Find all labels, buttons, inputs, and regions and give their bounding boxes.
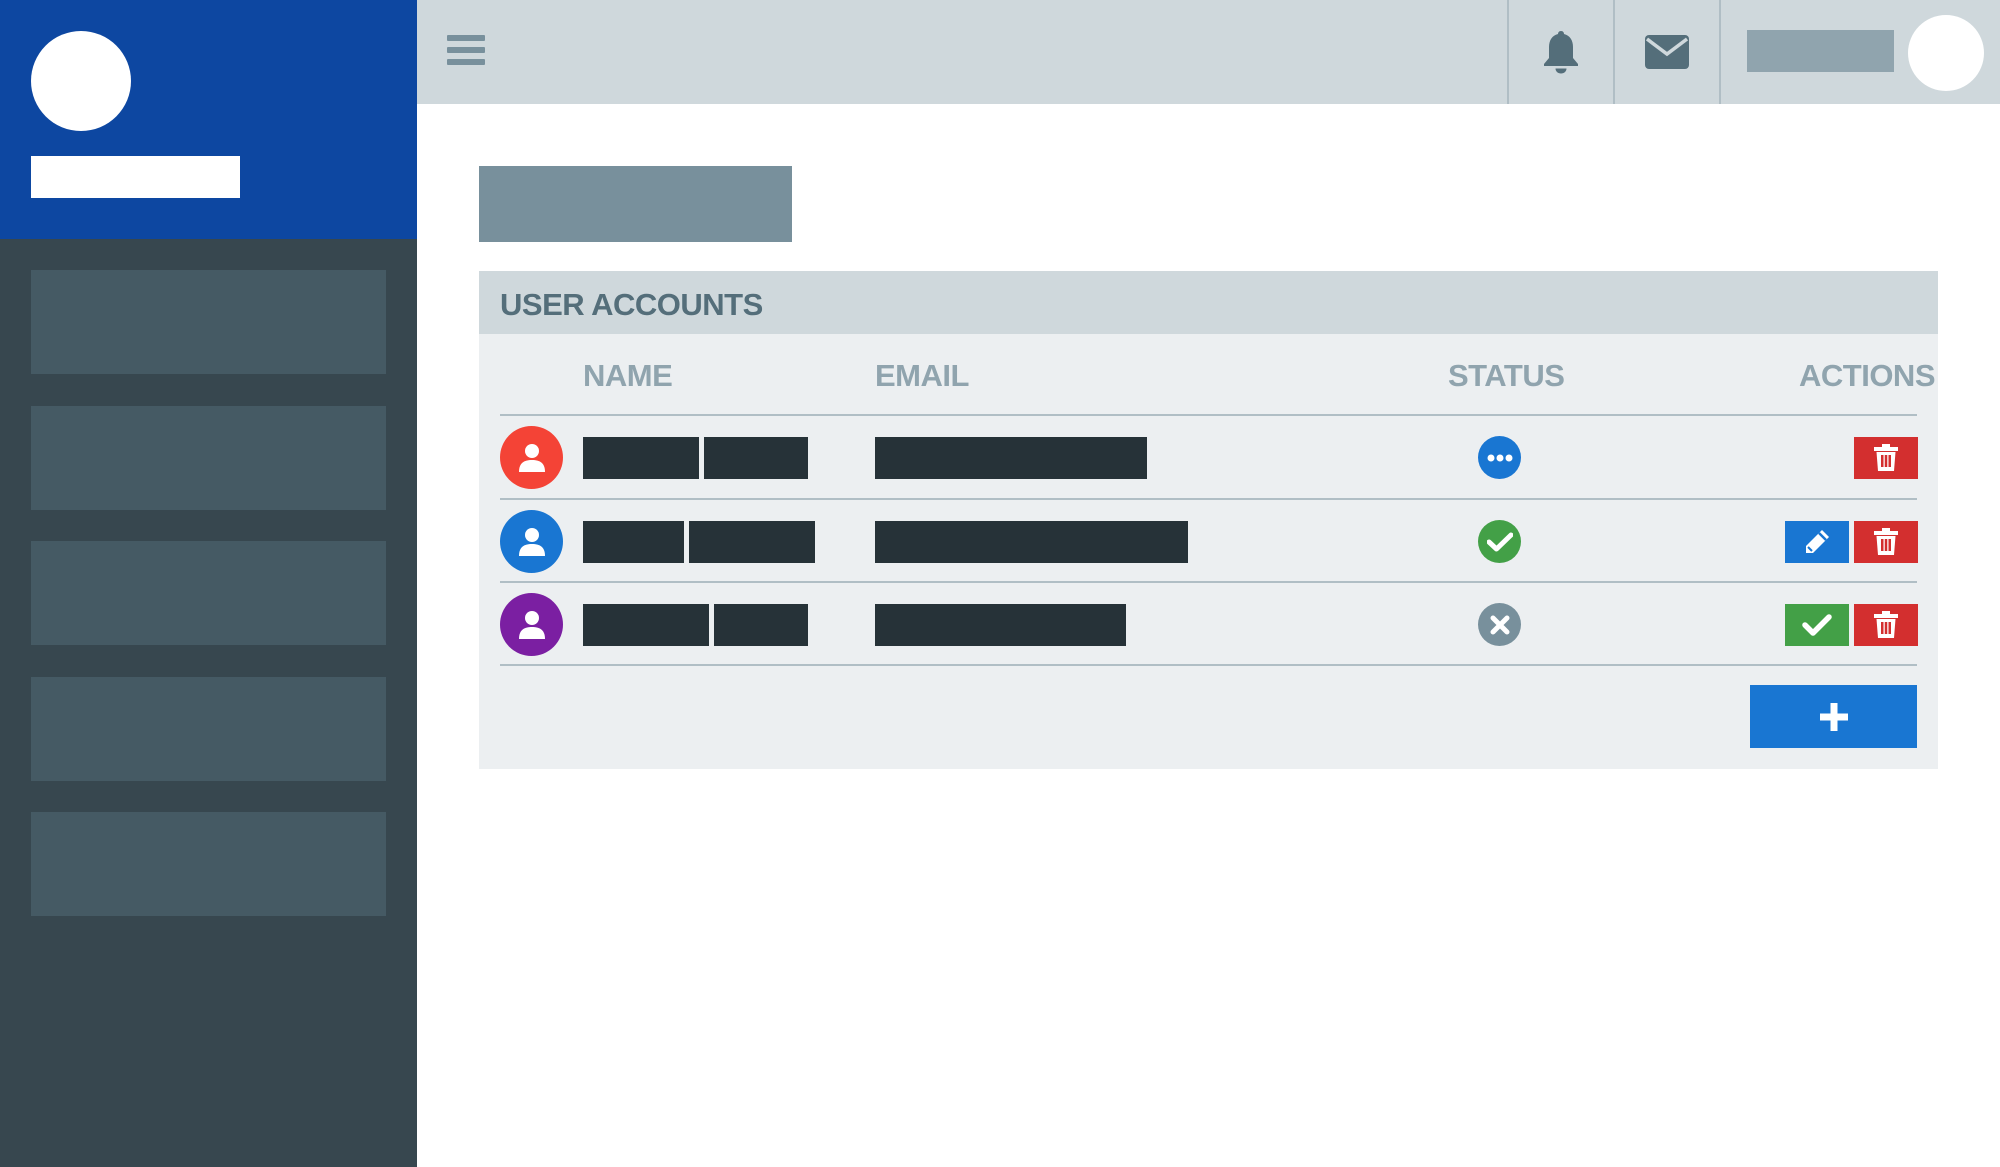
edit-button[interactable]	[1785, 521, 1849, 563]
user-avatar-icon	[500, 593, 563, 656]
last-name-redacted	[704, 437, 808, 479]
user-avatar[interactable]	[1908, 15, 1984, 91]
first-name-redacted	[583, 604, 709, 646]
trash-icon	[1874, 611, 1898, 638]
email-redacted	[875, 604, 1126, 646]
trash-icon	[1874, 444, 1898, 471]
envelope-icon	[1645, 35, 1689, 69]
check-icon	[1802, 614, 1832, 636]
delete-button[interactable]	[1854, 521, 1918, 563]
first-name-redacted	[583, 437, 699, 479]
sidebar-item-2[interactable]	[31, 406, 386, 510]
panel-header: USER ACCOUNTS	[479, 271, 1938, 334]
delete-button[interactable]	[1854, 604, 1918, 646]
approve-button[interactable]	[1785, 604, 1849, 646]
sidebar-item-4[interactable]	[31, 677, 386, 781]
panel-title: USER ACCOUNTS	[500, 287, 763, 322]
sidebar-item-5[interactable]	[31, 812, 386, 916]
bell-icon	[1544, 31, 1578, 74]
user-avatar-icon	[500, 426, 563, 489]
last-name-redacted	[689, 521, 815, 563]
table-row	[479, 500, 1938, 583]
column-header-email[interactable]: EMAIL	[875, 358, 969, 394]
brand-name-placeholder	[31, 156, 240, 198]
user-accounts-panel: USER ACCOUNTS NAME EMAIL STATUS ACTIONS	[479, 271, 1938, 769]
close-icon	[1490, 615, 1509, 634]
table-row	[479, 416, 1938, 499]
pencil-icon	[1806, 530, 1829, 553]
column-header-status[interactable]: STATUS	[1448, 358, 1565, 394]
messages-button[interactable]	[1613, 0, 1719, 104]
trash-icon	[1874, 528, 1898, 555]
hamburger-menu-icon[interactable]	[447, 35, 485, 69]
column-header-actions: ACTIONS	[1799, 358, 1936, 393]
sidebar-item-3[interactable]	[31, 541, 386, 645]
notifications-button[interactable]	[1507, 0, 1613, 104]
email-redacted	[875, 437, 1147, 479]
sidebar-item-1[interactable]	[31, 270, 386, 374]
first-name-redacted	[583, 521, 684, 563]
add-user-button[interactable]	[1750, 685, 1917, 748]
check-icon	[1486, 532, 1513, 551]
delete-button[interactable]	[1854, 437, 1918, 479]
column-header-name[interactable]: NAME	[583, 358, 673, 394]
plus-icon	[1819, 702, 1848, 731]
divider	[500, 664, 1917, 666]
topbar	[417, 0, 2000, 104]
status-inactive-badge	[1478, 603, 1521, 646]
status-pending-badge	[1478, 436, 1521, 479]
sidebar-brand	[0, 0, 417, 239]
email-redacted	[875, 521, 1188, 563]
ellipsis-icon	[1487, 454, 1512, 461]
last-name-redacted	[714, 604, 808, 646]
status-active-badge	[1478, 520, 1521, 563]
table-row	[479, 583, 1938, 666]
user-avatar-icon	[500, 510, 563, 573]
topbar-divider	[1719, 0, 1721, 104]
brand-avatar	[31, 31, 131, 131]
page-title-placeholder	[479, 166, 792, 242]
user-name-placeholder[interactable]	[1747, 30, 1894, 72]
sidebar	[0, 0, 417, 1167]
